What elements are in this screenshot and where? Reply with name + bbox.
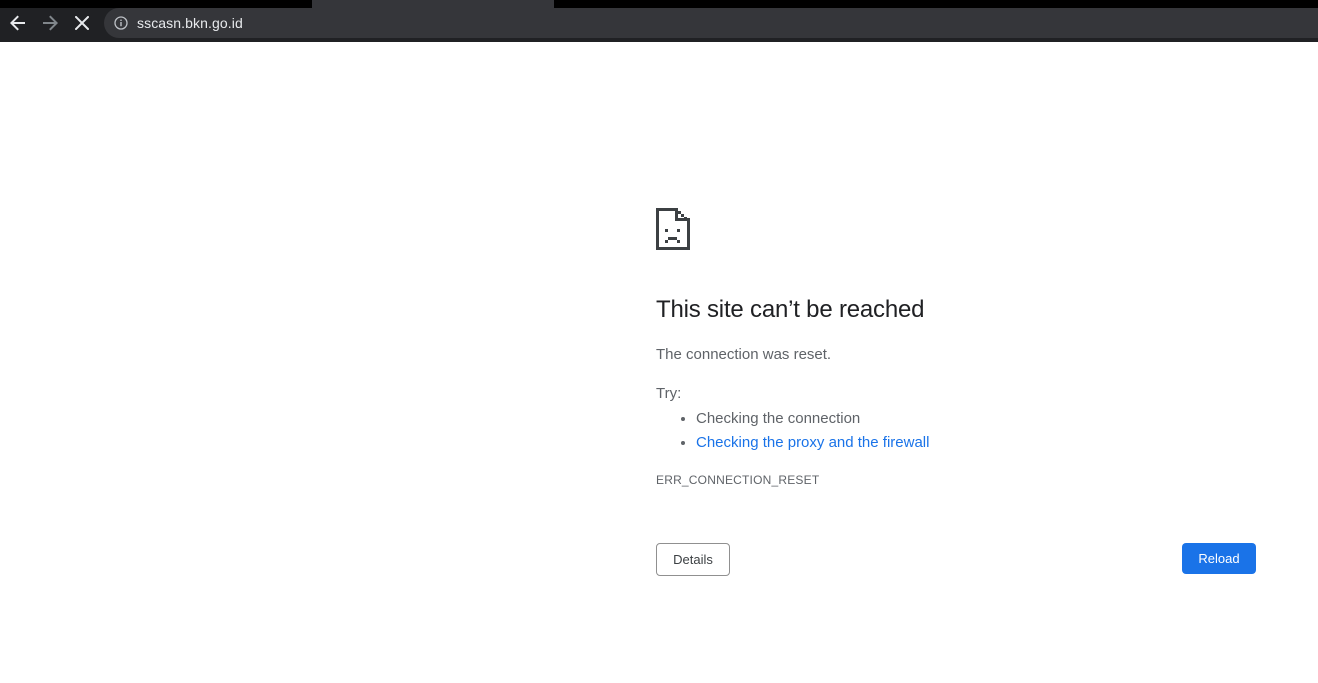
try-label: Try: (656, 385, 682, 402)
details-button[interactable]: Details (656, 543, 730, 576)
arrow-left-icon (10, 15, 25, 31)
suggestion-check-connection: Checking the connection (696, 410, 861, 427)
error-description: The connection was reset. (656, 346, 832, 363)
list-item: Checking the connection (696, 407, 929, 431)
error-code: ERR_CONNECTION_RESET (656, 473, 820, 487)
suggestions-list: Checking the connection Checking the pro… (656, 407, 929, 455)
suggestion-check-proxy-link[interactable]: Checking the proxy and the firewall (696, 434, 929, 451)
sad-document-icon (656, 208, 690, 250)
reload-button[interactable]: Reload (1182, 543, 1256, 574)
url-text[interactable]: sscasn.bkn.go.id (137, 15, 243, 31)
close-icon (75, 16, 89, 30)
list-item: Checking the proxy and the firewall (696, 431, 929, 455)
browser-toolbar: sscasn.bkn.go.id (0, 0, 1318, 42)
active-tab-edge[interactable] (312, 0, 554, 8)
stop-loading-button[interactable] (69, 10, 95, 36)
info-icon[interactable] (114, 16, 128, 30)
arrow-right-icon (43, 15, 58, 31)
back-button[interactable] (5, 10, 31, 36)
forward-button[interactable] (37, 10, 63, 36)
tab-strip (0, 0, 1318, 8)
page-title: This site can’t be reached (656, 296, 925, 323)
address-bar[interactable]: sscasn.bkn.go.id (104, 8, 1318, 38)
